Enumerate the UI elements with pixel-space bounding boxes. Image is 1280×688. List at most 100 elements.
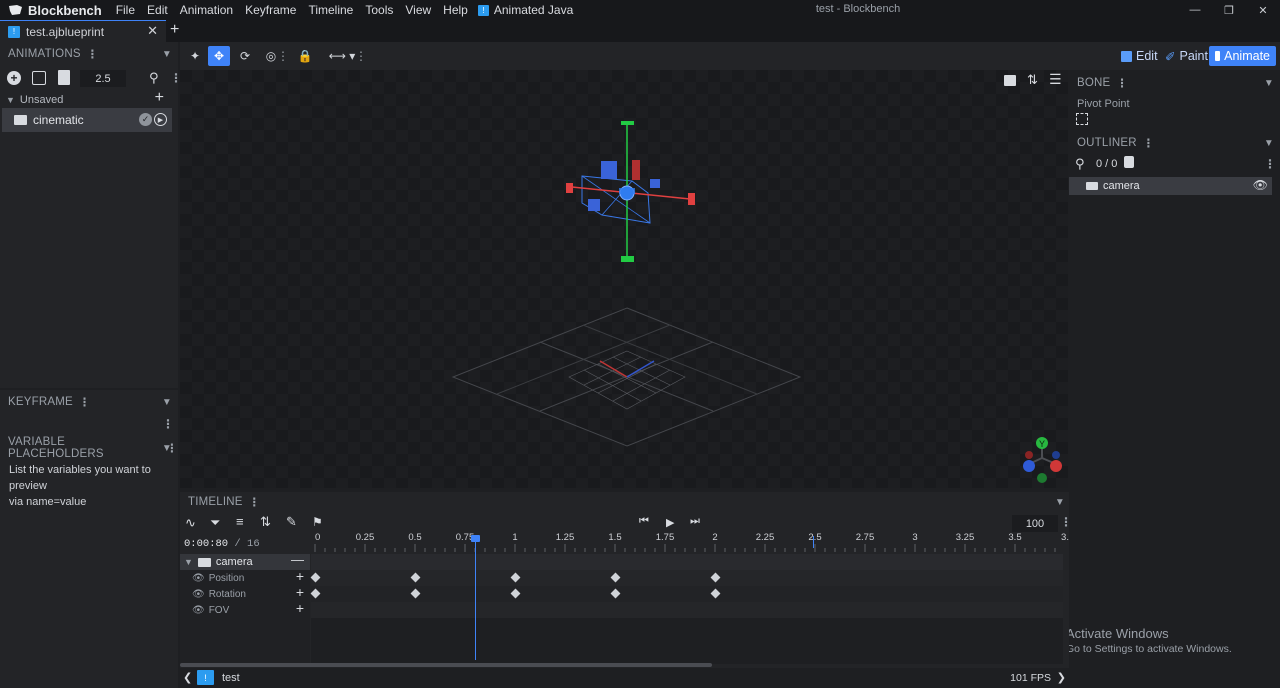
3d-viewport[interactable]: ⇅ ☰ Y: [180, 70, 1068, 488]
add-to-group-icon[interactable]: +: [155, 89, 164, 107]
timeline-header[interactable]: TIMELINE ⋮ ▼: [180, 492, 1069, 512]
menu-animated-java[interactable]: ! Animated Java: [474, 3, 573, 17]
mode-edit-button[interactable]: Edit: [1115, 46, 1164, 66]
minimize-icon[interactable]: —: [1178, 0, 1212, 20]
search-icon[interactable]: ⚲: [1075, 156, 1085, 172]
animation-end-marker[interactable]: [813, 536, 814, 548]
transform-space-dropdown[interactable]: ⟷ ▾: [326, 46, 358, 66]
panel-menu-icon[interactable]: ⋮: [1143, 136, 1155, 150]
menu-timeline[interactable]: Timeline: [302, 3, 359, 17]
menu-view[interactable]: View: [399, 3, 437, 17]
eye-icon[interactable]: 👁: [192, 605, 205, 616]
timeline-scrollbar[interactable]: [180, 663, 712, 667]
flag-icon[interactable]: ⚑: [312, 515, 323, 529]
channel-row-rotation[interactable]: 👁 Rotation +: [180, 584, 310, 602]
menu-tools[interactable]: Tools: [359, 3, 399, 17]
mode-paint-label: Paint: [1179, 49, 1208, 63]
project-tab[interactable]: ! test.ajblueprint ✕: [0, 20, 166, 42]
more-icon[interactable]: ⋮: [1060, 515, 1072, 529]
panel-menu-icon[interactable]: ⋮: [1116, 76, 1128, 90]
more-icon[interactable]: ⋮: [277, 46, 289, 66]
more-icon[interactable]: ⋮: [162, 417, 174, 431]
variables-textarea[interactable]: List the variables you want to preview v…: [0, 460, 178, 512]
collapse-animator-icon[interactable]: —: [291, 552, 304, 567]
animation-item-cinematic[interactable]: cinematic ✓ ▶: [2, 108, 172, 132]
keyframe-header[interactable]: KEYFRAME ⋮ ▼: [0, 390, 178, 414]
panel-menu-icon[interactable]: ⋮: [79, 395, 91, 409]
playhead[interactable]: [471, 535, 480, 660]
lock-icon[interactable]: 🔒: [294, 46, 316, 66]
pivot-point-label: Pivot Point: [1077, 98, 1130, 110]
keyframe-area[interactable]: [310, 554, 1063, 664]
outliner-item-camera[interactable]: camera 👁: [1069, 177, 1272, 195]
more-icon[interactable]: ⋮: [355, 46, 367, 66]
collapse-chevron-icon[interactable]: ▼: [162, 443, 172, 454]
more-icon[interactable]: ⋮: [1264, 157, 1276, 171]
add-keyframe-icon[interactable]: +: [296, 584, 304, 600]
add-keyframe-icon[interactable]: +: [296, 600, 304, 616]
collapse-chevron-icon[interactable]: ▼: [1264, 138, 1274, 149]
skip-start-icon[interactable]: ⏮: [639, 515, 649, 528]
time-ruler[interactable]: 0 0.25 0.5 0.75 1 1.25 1.5 1.75 2 2.25 2.5 2.75 3 3.2…: [311, 532, 1069, 554]
menu-edit[interactable]: Edit: [141, 3, 174, 17]
collapse-chevron-icon[interactable]: ▼: [162, 397, 172, 408]
collapse-chevron-icon[interactable]: ▼: [1055, 497, 1065, 508]
add-keyframe-icon[interactable]: +: [296, 568, 304, 584]
outliner-header[interactable]: OUTLINER ⋮ ▼: [1069, 130, 1280, 156]
restore-icon[interactable]: ❐: [1212, 0, 1246, 20]
skip-end-icon[interactable]: ⏭: [690, 515, 700, 528]
variables-header[interactable]: VARIABLE PLACEHOLDERS ⋮ ▼: [0, 436, 178, 460]
animator-row-camera[interactable]: ▼ camera —: [180, 552, 310, 570]
eye-icon[interactable]: 👁: [192, 573, 205, 584]
saved-check-icon[interactable]: ✓: [139, 113, 152, 126]
group-label: Unsaved: [19, 94, 64, 106]
graph-editor-icon[interactable]: ∿: [185, 515, 196, 531]
mode-animate-button[interactable]: Animate: [1209, 46, 1276, 66]
sort-icon[interactable]: ⇅: [260, 514, 271, 530]
pencil-icon[interactable]: ✎: [286, 514, 297, 530]
align-icon[interactable]: ≡: [236, 514, 244, 529]
import-animation-icon[interactable]: [32, 71, 46, 85]
new-tab-icon[interactable]: +: [170, 21, 179, 39]
mode-paint-button[interactable]: ✐ Paint: [1159, 46, 1214, 66]
collapse-chevron-icon[interactable]: ▼: [162, 49, 172, 60]
playhead-handle[interactable]: [471, 535, 480, 542]
close-window-icon[interactable]: ✕: [1246, 0, 1280, 20]
close-tab-icon[interactable]: ✕: [147, 23, 158, 39]
save-animation-icon[interactable]: [58, 70, 70, 85]
play-animation-icon[interactable]: ▶: [154, 113, 167, 126]
panel-menu-icon[interactable]: ⋮: [249, 495, 261, 509]
search-icon[interactable]: ⚲: [149, 70, 159, 86]
expand-chevron-icon[interactable]: ▼: [184, 557, 193, 567]
channel-row-fov[interactable]: 👁 FOV +: [180, 600, 310, 618]
bone-header[interactable]: BONE ⋮ ▼: [1069, 70, 1280, 96]
menu-animation[interactable]: Animation: [174, 3, 239, 17]
group-chevron-icon[interactable]: ▼: [6, 95, 15, 105]
move-tool-icon[interactable]: ✥: [208, 46, 230, 66]
rotate-tool-icon[interactable]: ⟳: [234, 46, 256, 66]
panel-menu-icon[interactable]: ⋮: [87, 47, 99, 61]
time-display[interactable]: 0:00:80 / 16: [184, 538, 260, 550]
animation-group[interactable]: ▼ Unsaved +: [0, 89, 178, 108]
sidebar-left-chevron-icon[interactable]: ❮: [183, 671, 192, 684]
menu-help[interactable]: Help: [437, 3, 474, 17]
collapse-chevron-icon[interactable]: ▼: [1264, 78, 1274, 89]
sidebar-right-chevron-icon[interactable]: ❯: [1057, 671, 1066, 684]
menu-keyframe[interactable]: Keyframe: [239, 3, 302, 17]
visibility-eye-icon[interactable]: 👁: [1253, 178, 1268, 192]
ruler-tick-label: 3: [912, 532, 918, 543]
channel-row-position[interactable]: 👁 Position +: [180, 568, 310, 586]
play-icon[interactable]: ▶: [666, 516, 674, 529]
animation-length-input[interactable]: [80, 70, 126, 87]
pivot-point-icon[interactable]: [1076, 113, 1088, 125]
pose-tool-icon[interactable]: ✦: [184, 46, 206, 66]
eye-icon[interactable]: 👁: [192, 589, 205, 600]
lock-icon[interactable]: [1124, 156, 1134, 168]
animations-header[interactable]: ANIMATIONS ⋮ ▼: [0, 42, 178, 66]
menu-file[interactable]: File: [110, 3, 141, 17]
timeline-zoom-input[interactable]: [1012, 515, 1058, 532]
blueprint-icon: !: [8, 25, 20, 38]
animator-label: camera: [215, 556, 253, 568]
add-animation-icon[interactable]: +: [7, 71, 21, 85]
filter-icon[interactable]: ⏷: [210, 515, 220, 531]
